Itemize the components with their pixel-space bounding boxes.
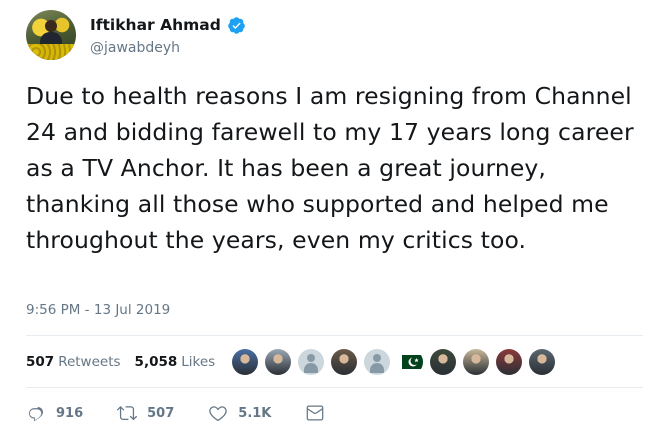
liker-avatar[interactable] — [331, 349, 357, 375]
author-avatar[interactable] — [26, 10, 76, 60]
tweet-timestamp[interactable]: 9:56 PM - 13 Jul 2019 — [26, 302, 170, 318]
liker-avatars — [232, 348, 562, 376]
like-button[interactable]: 5.1K — [208, 403, 271, 423]
liker-avatar[interactable] — [430, 349, 456, 375]
tweet-stats: 507 Retweets 5,058 Likes — [26, 350, 229, 374]
liker-avatar[interactable] — [265, 349, 291, 375]
author-handle[interactable]: @jawabdeyh — [90, 40, 180, 56]
tweet-actions: 916 507 5.1K — [26, 398, 369, 428]
liker-avatar[interactable] — [463, 349, 489, 375]
liker-avatar[interactable] — [397, 349, 423, 375]
likes-stat-count[interactable]: 5,058 — [135, 354, 178, 370]
reply-icon — [29, 407, 43, 422]
reply-button[interactable]: 916 — [26, 403, 83, 423]
tweet-text: Due to health reasons I am resigning fro… — [26, 82, 634, 254]
like-count: 5.1K — [238, 405, 272, 421]
envelope-icon — [307, 405, 324, 421]
liker-avatar[interactable] — [529, 349, 555, 375]
heart-icon — [209, 406, 228, 422]
direct-message-button[interactable] — [305, 403, 335, 423]
retweets-stat-label[interactable]: Retweets — [58, 354, 120, 370]
avatar-head — [45, 20, 57, 32]
tweet-header: Iftikhar Ahmad @jawabdeyh — [26, 10, 626, 60]
divider — [26, 335, 643, 336]
liker-avatar[interactable] — [364, 349, 390, 375]
retweets-stat-count[interactable]: 507 — [26, 354, 54, 370]
verified-badge-icon — [227, 16, 246, 35]
liker-avatar[interactable] — [298, 349, 324, 375]
liker-avatar[interactable] — [496, 349, 522, 375]
likes-stat-label[interactable]: Likes — [181, 354, 215, 370]
retweet-count: 507 — [147, 405, 175, 421]
reply-count: 916 — [56, 405, 84, 421]
retweet-button[interactable]: 507 — [117, 403, 174, 423]
retweet-icon — [117, 406, 138, 421]
author-display-name[interactable]: Iftikhar Ahmad — [90, 16, 221, 34]
avatar-background-flowers — [26, 44, 76, 60]
author-name-row[interactable]: Iftikhar Ahmad — [90, 15, 246, 35]
divider — [26, 387, 643, 388]
liker-avatar[interactable] — [232, 349, 258, 375]
